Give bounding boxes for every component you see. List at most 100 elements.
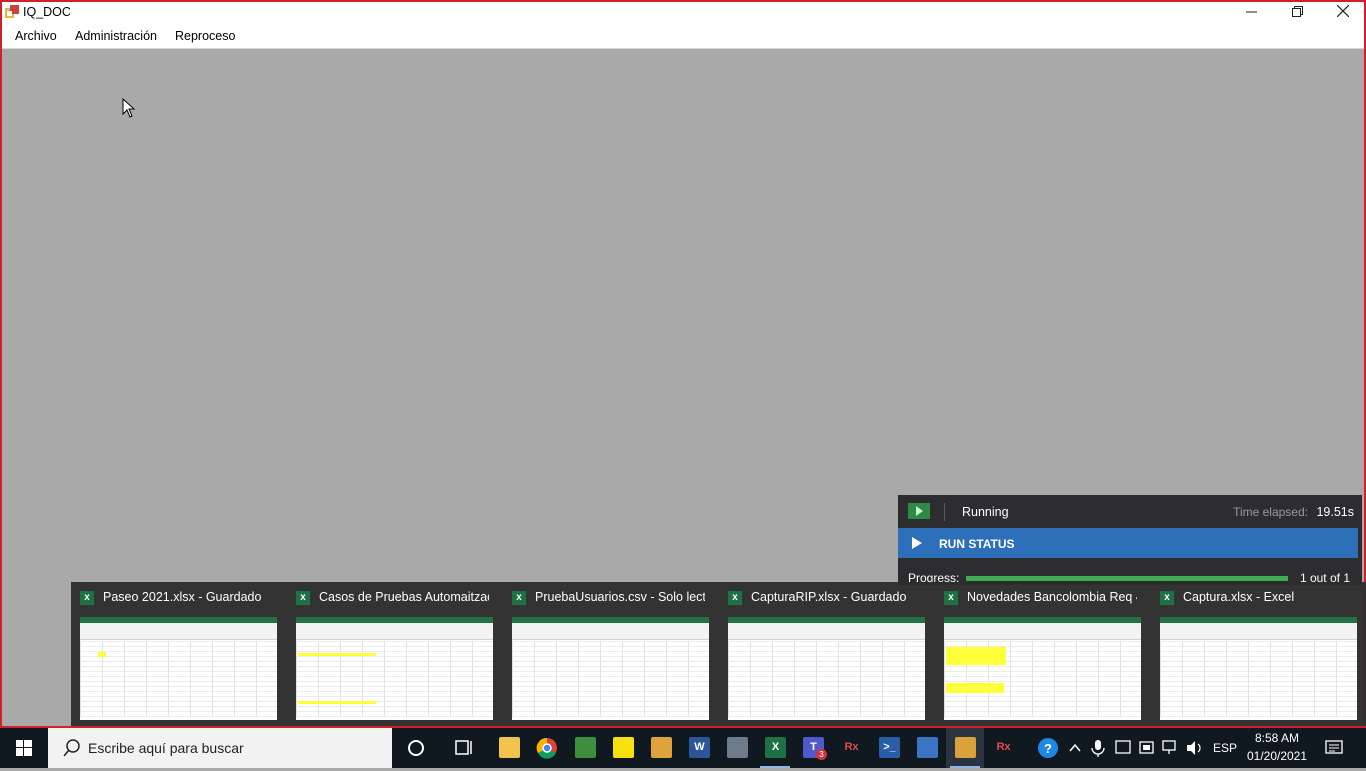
clock-time: 8:58 AM <box>1254 731 1300 745</box>
preview-title: Paseo 2021.xlsx - Guardado <box>103 590 262 604</box>
word-icon: W <box>689 737 710 758</box>
action-center-button[interactable] <box>1318 728 1350 768</box>
battery-icon <box>1139 741 1154 754</box>
menu-archivo[interactable]: Archivo <box>15 29 57 43</box>
help-button[interactable]: ? <box>1034 728 1062 768</box>
rx-tool-icon: Rx <box>841 737 862 758</box>
menu-bar: Archivo Administración Reproceso <box>2 24 1364 49</box>
preview-window-2[interactable]: x Casos de Pruebas Automaitzaci... <box>287 582 493 726</box>
chrome-icon <box>536 737 557 759</box>
minimize-button[interactable] <box>1228 2 1274 24</box>
clock-date: 01/20/2021 <box>1246 749 1308 763</box>
sync-icon <box>651 737 672 758</box>
iq-doc-icon <box>955 737 976 758</box>
sync-button[interactable] <box>642 728 680 768</box>
remote-desktop-icon <box>727 737 748 758</box>
iq-doc-taskbar-button[interactable] <box>946 728 984 768</box>
play-icon[interactable] <box>908 503 930 519</box>
close-button[interactable] <box>1320 2 1366 24</box>
search-placeholder: Escribe aquí para buscar <box>88 740 244 756</box>
preview-thumbnail <box>512 617 709 720</box>
powershell-icon: >_ <box>879 737 900 758</box>
app-icon <box>5 5 19 18</box>
preview-window-3[interactable]: x PruebaUsuarios.csv - Solo lect... <box>503 582 709 726</box>
project-button[interactable] <box>566 728 604 768</box>
microphone-button[interactable] <box>1088 728 1108 768</box>
taskbar-preview-strip: x Paseo 2021.xlsx - Guardado x Casos de … <box>71 582 1366 726</box>
preview-window-1[interactable]: x Paseo 2021.xlsx - Guardado <box>71 582 277 726</box>
preview-thumbnail <box>1160 617 1357 720</box>
excel-icon: x <box>1160 591 1174 605</box>
run-status-panel: Running Time elapsed: 19.51s RUN STATUS … <box>898 495 1362 585</box>
remote-desktop-connection-button[interactable] <box>908 728 946 768</box>
file-explorer-icon <box>499 737 520 758</box>
help-icon: ? <box>1038 738 1058 758</box>
taskbar: Escribe aquí para buscar W X T 3 Rx >_ R… <box>0 728 1366 768</box>
progress-bar <box>966 576 1288 581</box>
preview-thumbnail <box>728 617 925 720</box>
excel-icon: x <box>512 591 526 605</box>
mouse-cursor-icon <box>122 98 136 118</box>
preview-window-4[interactable]: x CapturaRIP.xlsx - Guardado <box>719 582 925 726</box>
preview-title: CapturaRIP.xlsx - Guardado <box>751 590 907 604</box>
expand-arrow-icon <box>912 537 922 549</box>
network-icon <box>1162 740 1176 754</box>
volume-icon <box>1187 741 1201 755</box>
preview-window-5[interactable]: x Novedades Bancolombia Req 4... <box>935 582 1141 726</box>
chevron-up-icon <box>1069 743 1081 752</box>
start-button[interactable] <box>0 728 48 768</box>
network-button[interactable] <box>1160 728 1182 768</box>
powershell-button[interactable]: >_ <box>870 728 908 768</box>
language-indicator[interactable]: ESP <box>1210 728 1240 768</box>
notification-badge: 3 <box>816 749 827 760</box>
sticky-notes-icon <box>613 737 634 758</box>
progress-fill <box>966 576 1288 581</box>
battery-button[interactable] <box>1136 728 1158 768</box>
task-view-button[interactable] <box>445 728 483 768</box>
project-icon <box>575 737 596 758</box>
run-state: Running <box>962 505 1009 519</box>
remote-desktop-button[interactable] <box>718 728 756 768</box>
file-explorer-button[interactable] <box>490 728 528 768</box>
excel-icon: X <box>765 737 786 758</box>
restore-button[interactable] <box>1274 2 1320 24</box>
title-bar[interactable]: IQ_DOC <box>2 2 1364 24</box>
excel-icon: x <box>728 591 742 605</box>
restore-icon <box>1291 6 1303 17</box>
menu-administracion[interactable]: Administración <box>75 29 157 43</box>
rx-tool-button-2[interactable]: Rx <box>984 728 1022 768</box>
preview-title: Casos de Pruebas Automaitzaci... <box>319 590 489 604</box>
excel-icon: x <box>944 591 958 605</box>
show-hidden-icons-button[interactable] <box>1066 728 1084 768</box>
network-share-button[interactable] <box>1112 728 1134 768</box>
run-header: Running Time elapsed: 19.51s <box>898 495 1362 528</box>
preview-title: PruebaUsuarios.csv - Solo lect... <box>535 590 705 604</box>
chrome-button[interactable] <box>528 728 566 768</box>
cortana-button[interactable] <box>397 728 435 768</box>
screen-share-icon <box>1115 740 1131 754</box>
excel-icon: x <box>296 591 310 605</box>
preview-title: Novedades Bancolombia Req 4... <box>967 590 1137 604</box>
search-input[interactable]: Escribe aquí para buscar <box>48 728 392 768</box>
task-view-icon <box>455 740 472 755</box>
preview-window-6[interactable]: x Captura.xlsx - Excel <box>1151 582 1357 726</box>
sticky-notes-button[interactable] <box>604 728 642 768</box>
teams-button[interactable]: T 3 <box>794 728 832 768</box>
rx-tool-button[interactable]: Rx <box>832 728 870 768</box>
excel-icon: x <box>80 591 94 605</box>
volume-button[interactable] <box>1184 728 1206 768</box>
close-icon <box>1336 4 1350 18</box>
divider <box>944 503 945 521</box>
microphone-icon <box>1091 740 1105 757</box>
run-status-toggle[interactable]: RUN STATUS <box>898 528 1358 558</box>
rx-tool-icon: Rx <box>993 737 1014 758</box>
minimize-icon <box>1245 11 1257 13</box>
elapsed-value: 19.51s <box>1316 505 1354 519</box>
preview-thumbnail <box>80 617 277 720</box>
menu-reproceso[interactable]: Reproceso <box>175 29 235 43</box>
cortana-icon <box>408 740 424 756</box>
preview-thumbnail <box>296 617 493 720</box>
word-button[interactable]: W <box>680 728 718 768</box>
remote-desktop-connection-icon <box>917 737 938 758</box>
excel-taskbar-button[interactable]: X <box>756 728 794 768</box>
